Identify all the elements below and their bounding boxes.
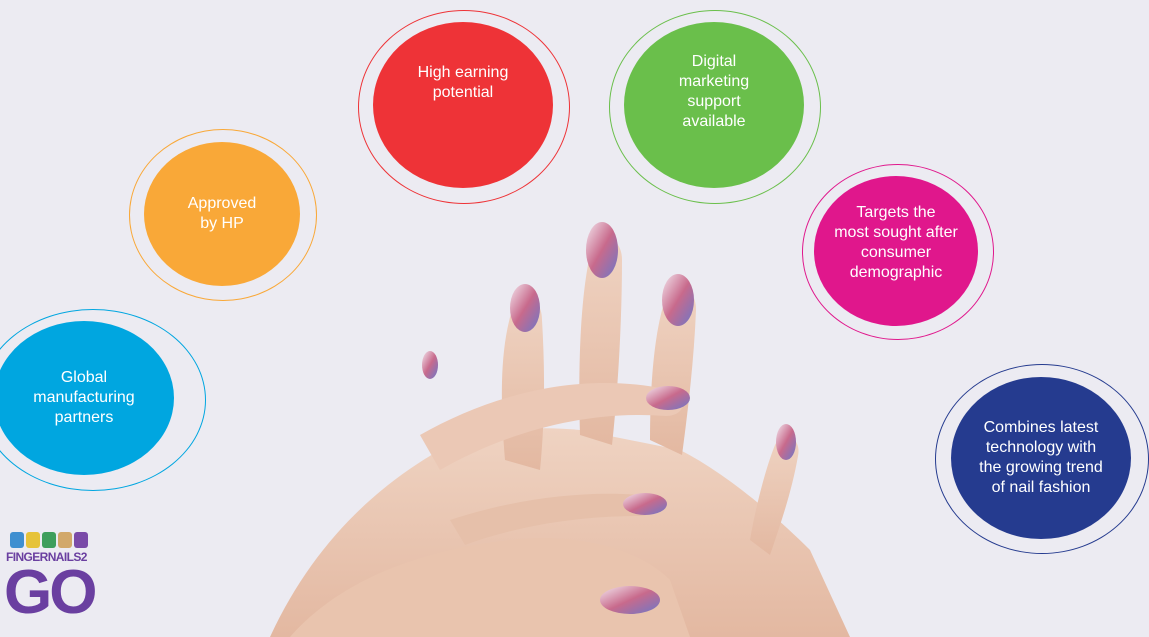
bubble-disc: High earning potential: [373, 22, 553, 188]
bubble-label-combines: Combines latest technology with the grow…: [979, 419, 1103, 496]
bubble-disc: Global manufacturing partners: [0, 321, 174, 475]
bubble-disc: Approved by HP: [144, 142, 300, 286]
bubble-digital-marketing: Digital marketing support available: [609, 10, 821, 204]
bubble-global-manufacturing: Global manufacturing partners: [0, 309, 206, 491]
bubble-targets-demographic: Targets the most sought after consumer d…: [802, 164, 994, 340]
bubble-label-targets: Targets the most sought after consumer d…: [834, 204, 958, 281]
bubble-label-digital: Digital marketing support available: [678, 53, 750, 130]
logo-nail-swatches: [10, 532, 88, 548]
bubble-label-earning: High earning potential: [417, 64, 509, 101]
bubble-disc: Combines latest technology with the grow…: [951, 377, 1131, 539]
bubble-disc: Digital marketing support available: [624, 22, 804, 188]
bubble-label-approved: Approved by HP: [187, 195, 257, 232]
bubble-label-global: Global manufacturing partners: [33, 369, 135, 426]
slide: Global manufacturing partners Approved b…: [0, 0, 1149, 637]
manicured-hands-photo: [270, 222, 850, 637]
bubble-combines-technology: Combines latest technology with the grow…: [935, 364, 1149, 554]
bubble-approved-by-hp: Approved by HP: [129, 129, 317, 301]
fingernails2go-logo: FINGERNAILS2 GO: [2, 530, 112, 637]
bubble-disc: Targets the most sought after consumer d…: [814, 176, 978, 326]
logo-go: GO: [4, 558, 97, 627]
bubble-high-earning: High earning potential: [358, 10, 570, 204]
